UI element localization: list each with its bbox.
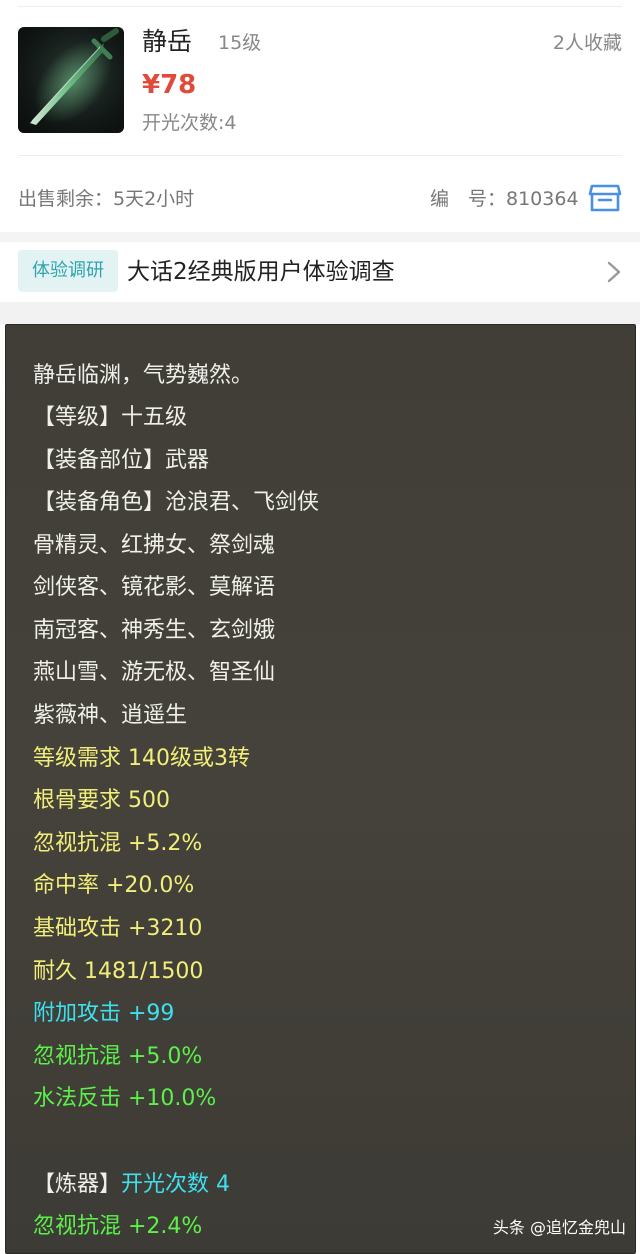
item-name: 静岳 xyxy=(142,27,193,56)
survey-title: 大话2经典版用户体验调查 xyxy=(127,259,395,285)
item-price: ¥78 xyxy=(142,70,197,100)
section-gap xyxy=(0,302,640,324)
sale-info-row: 出售剩余：5天2小时 编 号：810364 xyxy=(0,160,640,232)
chevron-right-icon xyxy=(606,260,622,284)
bonus-line: 附加攻击 +99 xyxy=(33,1001,175,1026)
item-card[interactable]: 静岳 15级 2人收藏 ¥78 开光次数:4 xyxy=(0,0,640,160)
stat-line: 耐久 1481/1500 xyxy=(33,959,204,984)
stat-line: 忽视抗混 +5.2% xyxy=(33,831,203,856)
refine-label: 【炼器】 xyxy=(33,1172,122,1197)
bonus-line: 水法反击 +10.0% xyxy=(33,1086,217,1111)
stat-line: 基础攻击 +3210 xyxy=(33,916,203,941)
favorites-count[interactable]: 2人收藏 xyxy=(553,30,622,56)
attribute-line: 【等级】十五级 xyxy=(33,405,188,430)
role-line: 紫薇神、逍遥生 xyxy=(33,703,188,728)
stat-line: 等级需求 140级或3转 xyxy=(33,746,250,771)
cart-icon[interactable] xyxy=(588,182,622,214)
watermark: 头条 @追忆金兜山 xyxy=(492,1218,626,1237)
bonus-line: 忽视抗混 +5.0% xyxy=(33,1044,203,1069)
item-description-panel: 静岳临渊，气势巍然。 【等级】十五级 【装备部位】武器 【装备角色】沧浪君、飞剑… xyxy=(5,324,636,1254)
item-level: 15级 xyxy=(218,32,262,54)
attribute-line: 【装备角色】沧浪君、飞剑侠 xyxy=(33,490,320,515)
stat-line: 命中率 +20.0% xyxy=(33,873,195,898)
open-count: 开光次数:4 xyxy=(142,112,237,134)
survey-banner[interactable]: 体验调研 大话2经典版用户体验调查 xyxy=(0,242,640,302)
serial-number: 编 号：810364 xyxy=(430,188,579,210)
role-line: 燕山雪、游无极、智圣仙 xyxy=(33,660,276,685)
role-line: 南冠客、神秀生、玄剑娥 xyxy=(33,618,276,643)
refine-bonus-line: 忽视抗混 +2.4% xyxy=(33,1214,203,1239)
attribute-line: 【装备部位】武器 xyxy=(33,448,210,473)
role-line: 剑侠客、镜花影、莫解语 xyxy=(33,575,276,600)
refine-open-count: 开光次数 4 xyxy=(121,1172,231,1197)
stat-line: 根骨要求 500 xyxy=(33,788,170,813)
role-line: 骨精灵、红拂女、祭剑魂 xyxy=(33,533,276,558)
refine-line: 【炼器】开光次数 4 xyxy=(33,1170,230,1200)
sale-remaining: 出售剩余：5天2小时 xyxy=(18,188,195,210)
top-divider xyxy=(18,6,622,7)
card-divider xyxy=(18,155,622,156)
sword-icon xyxy=(18,27,124,133)
section-gap xyxy=(0,232,640,242)
survey-badge: 体验调研 xyxy=(18,250,118,292)
description-text: 静岳临渊，气势巍然。 xyxy=(33,363,254,388)
